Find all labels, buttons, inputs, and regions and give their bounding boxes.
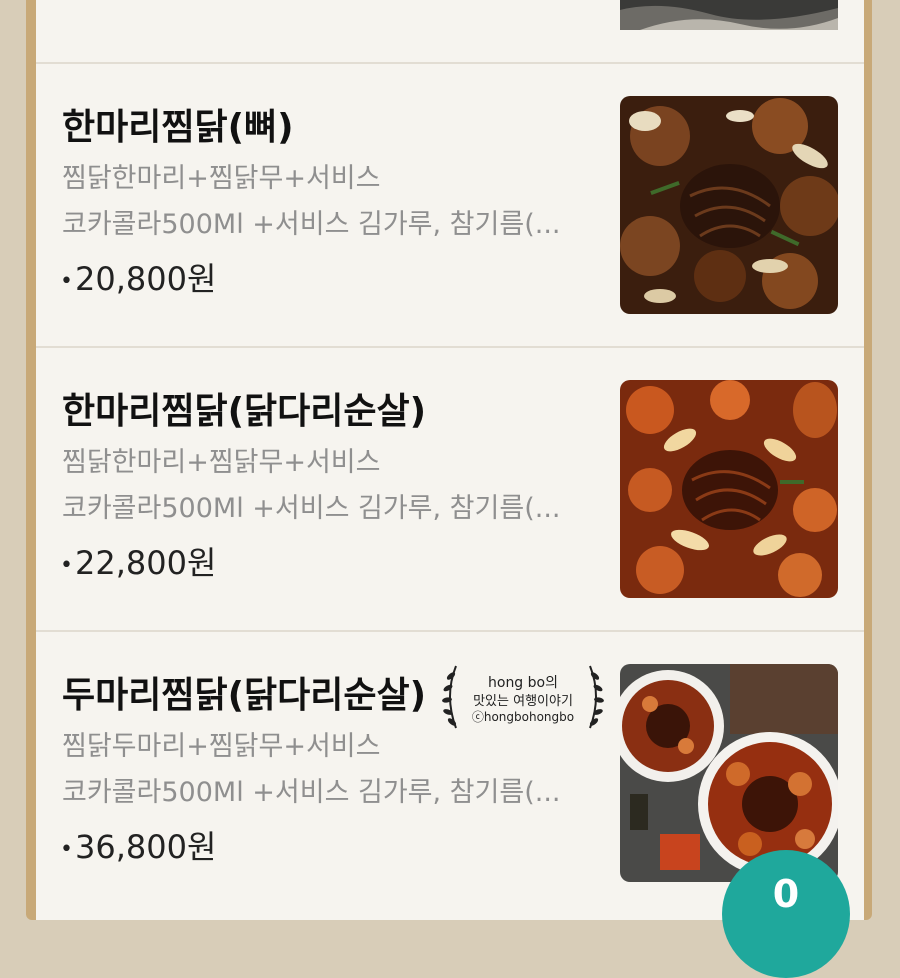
- watermark-line-1: hong bo의: [488, 675, 558, 691]
- menu-item-price: • 24,800원: [60, 0, 231, 22]
- menu-item-price-value: 22,800원: [74, 544, 217, 582]
- menu-item-price: •22,800원: [60, 544, 217, 582]
- menu-item[interactable]: 한마리찜닭(뼈) 찜닭한마리+찜닭무+서비스 코카콜라500Ml +서비스 김가…: [36, 64, 864, 348]
- menu-item-name: 한마리찜닭(뼈): [62, 107, 294, 148]
- menu-item-name: 한마리찜닭(닭다리순살): [62, 391, 427, 432]
- watermark-line-3: ⓒhongbohongbo: [471, 710, 575, 724]
- menu-item-previous[interactable]: • 24,800원: [36, 0, 864, 64]
- cart-count: 0: [772, 872, 800, 916]
- menu-item-price: •20,800원: [60, 260, 217, 298]
- watermark-badge: hong bo의 맛있는 여행이야기 ⓒhongbohongbo: [440, 662, 606, 742]
- menu-item-price-value: 20,800원: [74, 260, 217, 298]
- menu-item-name: 두마리찜닭(닭다리순살): [62, 675, 427, 716]
- watermark-line-2: 맛있는 여행이야기: [473, 694, 573, 709]
- cart-button[interactable]: 0: [722, 850, 850, 978]
- food-photo-jjimdak-boneless[interactable]: [620, 380, 838, 598]
- food-photo-previous: [620, 0, 838, 52]
- menu-item[interactable]: 한마리찜닭(닭다리순살) 찜닭한마리+찜닭무+서비스 코카콜라500Ml +서비…: [36, 348, 864, 632]
- menu-item-description-2: 코카콜라500Ml +서비스 김가루, 참기름(...: [62, 493, 561, 524]
- menu-item-price: •36,800원: [60, 828, 217, 866]
- food-photo-jjimdak-double[interactable]: [620, 664, 838, 882]
- menu-item-description-2: 코카콜라500Ml +서비스 김가루, 참기름(...: [62, 209, 561, 240]
- menu-item-description: 찜닭두마리+찜닭무+서비스: [62, 731, 381, 762]
- menu-item-price-value: 36,800원: [74, 828, 217, 866]
- menu-item-description: 찜닭한마리+찜닭무+서비스: [62, 163, 381, 194]
- menu-item-description-2: 코카콜라500Ml +서비스 김가루, 참기름(...: [62, 777, 561, 808]
- food-photo-jjimdak-bone[interactable]: [620, 96, 838, 314]
- menu-item-description: 찜닭한마리+찜닭무+서비스: [62, 447, 381, 478]
- laurel-right-icon: [589, 665, 604, 729]
